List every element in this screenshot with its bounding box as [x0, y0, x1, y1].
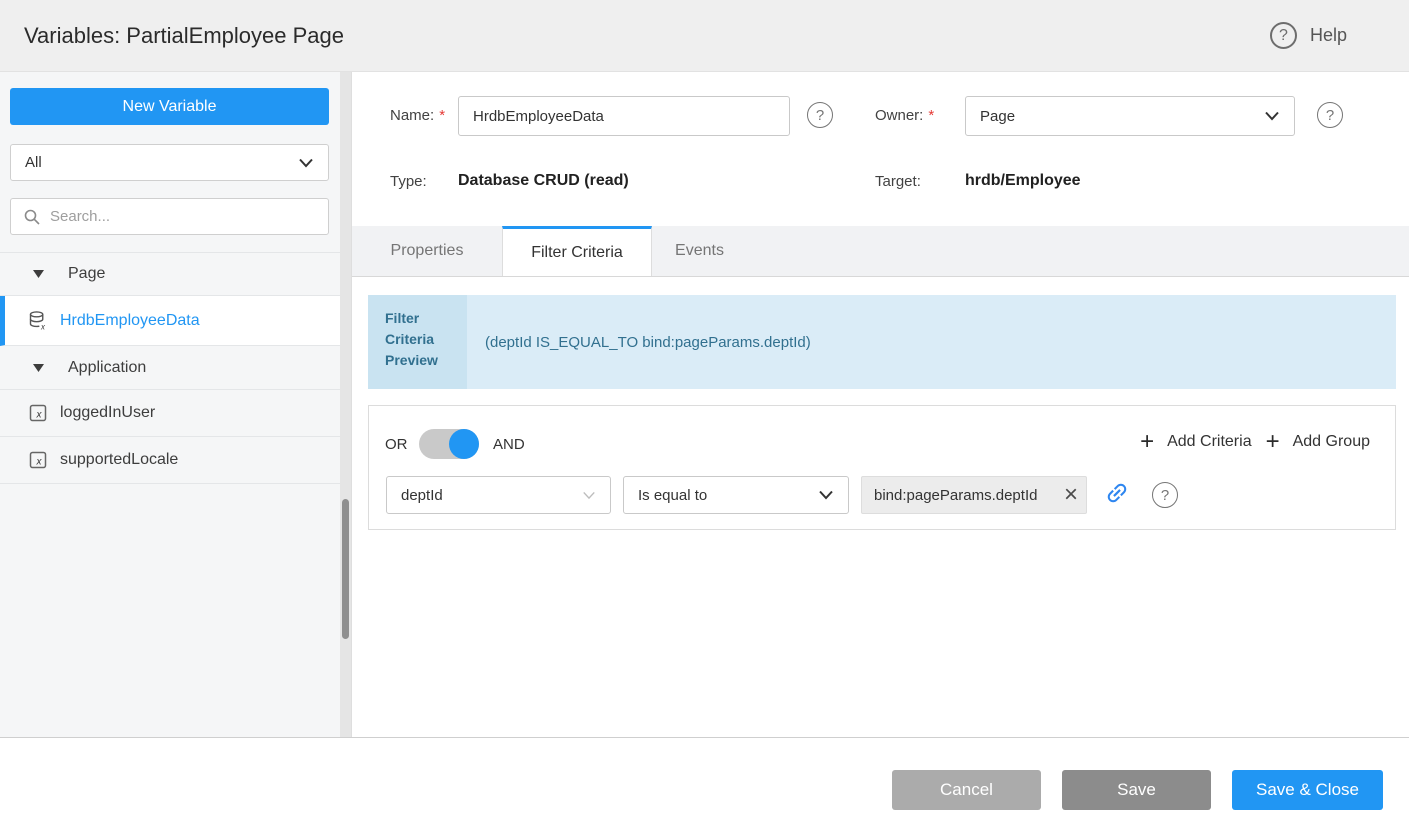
variable-search	[10, 198, 329, 235]
dialog-footer: Cancel Save Save & Close	[0, 737, 1409, 838]
tab-properties[interactable]: Properties	[352, 226, 502, 276]
close-icon[interactable]: ×	[1064, 483, 1078, 507]
name-label: Name:*	[390, 107, 445, 124]
target-value: hrdb/Employee	[965, 172, 1081, 190]
name-input[interactable]	[458, 96, 790, 136]
bind-link-button[interactable]	[1104, 480, 1130, 506]
plus-icon: +	[1266, 430, 1280, 454]
add-criteria-label: Add Criteria	[1167, 433, 1251, 451]
name-help-icon[interactable]: ?	[807, 102, 833, 128]
or-and-toggle[interactable]	[419, 429, 479, 459]
dialog-header: Variables: PartialEmployee Page ? Help	[0, 0, 1409, 72]
tab-events[interactable]: Events	[652, 226, 747, 276]
variable-filter-select[interactable]: All	[10, 144, 329, 181]
type-label: Type:	[390, 173, 427, 190]
svg-text:x: x	[35, 457, 42, 468]
new-variable-button[interactable]: New Variable	[10, 88, 329, 125]
variables-tree: Page x HrdbEmployeeData Application x lo…	[0, 252, 341, 484]
bind-value-text: bind:pageParams.deptId	[874, 487, 1037, 504]
variables-sidebar: New Variable All Page x HrdbEmployeeData	[0, 72, 352, 737]
criteria-builder-panel: OR AND + Add Criteria + Add Group deptId…	[368, 405, 1396, 530]
tree-item-label: supportedLocale	[60, 451, 178, 469]
and-label: AND	[493, 436, 525, 453]
chevron-down-icon	[1264, 111, 1280, 121]
svg-text:x: x	[40, 322, 46, 331]
criteria-condition-value: Is equal to	[638, 487, 707, 504]
help-label: Help	[1310, 25, 1347, 46]
svg-text:x: x	[35, 410, 42, 421]
save-and-close-button[interactable]: Save & Close	[1232, 770, 1383, 810]
tree-group-label: Page	[68, 265, 105, 283]
filter-preview-label: Filter Criteria Preview	[368, 295, 467, 389]
chevron-down-icon	[818, 490, 834, 500]
tree-item-loggedinuser[interactable]: x loggedInUser	[0, 390, 341, 437]
tree-item-hrdbemployeedata[interactable]: x HrdbEmployeeData	[0, 296, 341, 346]
required-marker: *	[439, 107, 445, 124]
variable-detail-panel: Name:* ? Owner:* Page ? Type: Database C…	[352, 72, 1409, 737]
chevron-down-icon	[298, 158, 314, 168]
required-marker: *	[928, 107, 934, 124]
tree-group-page[interactable]: Page	[0, 252, 341, 296]
help-button[interactable]: ? Help	[1270, 0, 1347, 71]
add-criteria-button[interactable]: + Add Criteria	[1140, 430, 1252, 454]
cancel-button[interactable]: Cancel	[892, 770, 1041, 810]
variable-filter-value: All	[25, 154, 42, 171]
triangle-down-icon	[28, 270, 49, 278]
help-icon: ?	[1270, 22, 1297, 49]
toggle-knob-icon	[449, 429, 479, 459]
criteria-field-select[interactable]: deptId	[386, 476, 611, 514]
target-label: Target:	[875, 173, 921, 190]
save-button[interactable]: Save	[1062, 770, 1211, 810]
owner-value: Page	[980, 108, 1015, 125]
owner-label: Owner:*	[875, 107, 934, 124]
filter-criteria-preview: Filter Criteria Preview (deptId IS_EQUAL…	[368, 295, 1396, 389]
tab-filter-criteria[interactable]: Filter Criteria	[502, 226, 652, 276]
bind-value-chip[interactable]: bind:pageParams.deptId ×	[861, 476, 1087, 514]
search-icon	[23, 208, 41, 226]
sidebar-scrollbar-track[interactable]	[340, 72, 351, 737]
sidebar-scrollbar-thumb[interactable]	[342, 499, 349, 639]
tree-group-label: Application	[68, 359, 146, 377]
type-value: Database CRUD (read)	[458, 172, 629, 190]
criteria-condition-select[interactable]: Is equal to	[623, 476, 849, 514]
page-title: Variables: PartialEmployee Page	[24, 0, 344, 71]
database-variable-icon: x	[27, 310, 48, 331]
add-group-label: Add Group	[1293, 433, 1370, 451]
owner-select[interactable]: Page	[965, 96, 1295, 136]
criteria-field-value: deptId	[401, 487, 443, 504]
search-input[interactable]	[50, 208, 316, 225]
static-variable-icon: x	[27, 404, 48, 422]
tree-group-application[interactable]: Application	[0, 346, 341, 390]
plus-icon: +	[1140, 430, 1154, 454]
owner-help-icon[interactable]: ?	[1317, 102, 1343, 128]
criteria-help-icon[interactable]: ?	[1152, 482, 1178, 508]
tab-bar: Properties Filter Criteria Events	[352, 226, 1409, 277]
triangle-down-icon	[28, 364, 49, 372]
filter-preview-value: (deptId IS_EQUAL_TO bind:pageParams.dept…	[467, 295, 1396, 389]
tree-item-supportedlocale[interactable]: x supportedLocale	[0, 437, 341, 484]
or-label: OR	[385, 436, 408, 453]
static-variable-icon: x	[27, 451, 48, 469]
tree-item-label: loggedInUser	[60, 404, 155, 422]
add-group-button[interactable]: + Add Group	[1266, 430, 1370, 454]
chevron-down-icon	[582, 491, 596, 500]
tree-item-label: HrdbEmployeeData	[60, 312, 200, 330]
link-icon	[1099, 475, 1136, 512]
